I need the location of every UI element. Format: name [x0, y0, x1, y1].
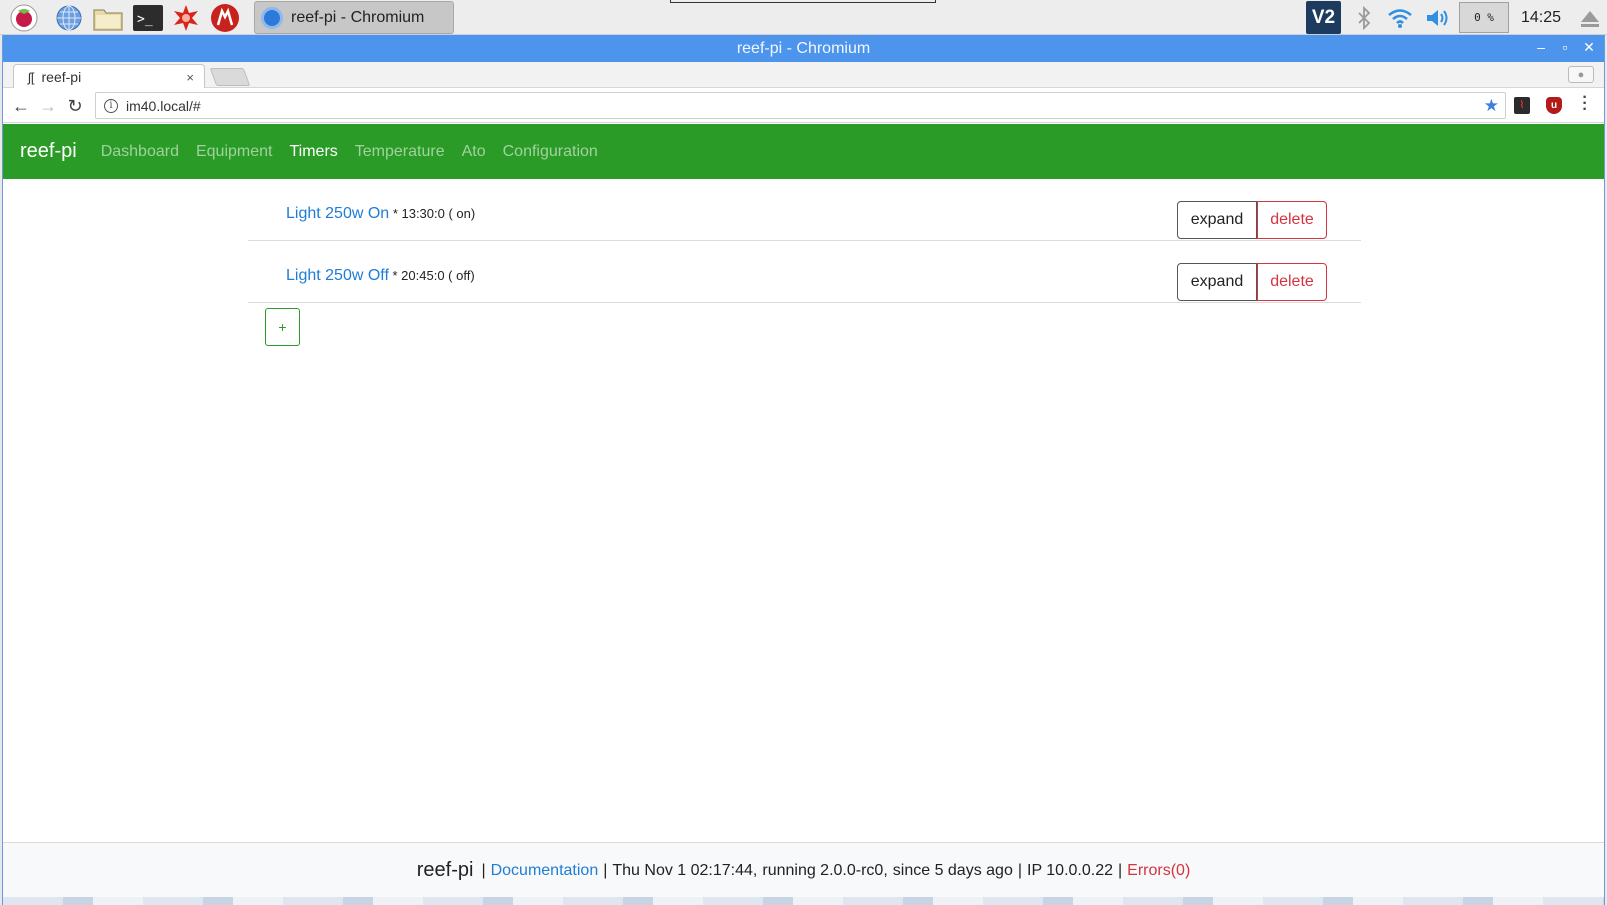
delete-button[interactable]: delete [1257, 263, 1327, 301]
minimize-button[interactable]: – [1530, 39, 1552, 55]
back-arrow-icon[interactable]: ← [10, 95, 32, 117]
browser-menu-icon[interactable]: · · · [1580, 90, 1590, 118]
timer-row: Light 250w On * 13:30:0 ( on) expand del… [248, 179, 1361, 241]
footer-version: running 2.0.0-rc0, [762, 861, 888, 879]
timer-detail: * 13:30:0 ( on) [392, 206, 476, 221]
extension-icon[interactable]: ⌇ [1514, 97, 1530, 114]
maximize-button[interactable]: ▫ [1554, 39, 1576, 55]
ublock-icon[interactable]: u [1546, 97, 1562, 114]
window-titlebar[interactable]: reef-pi - Chromium – ▫ ✕ [3, 35, 1604, 62]
bookmark-star-icon[interactable]: ★ [1484, 96, 1499, 116]
documentation-link[interactable]: Documentation [491, 862, 599, 880]
new-tab-button[interactable] [209, 68, 251, 86]
footer-separator: | [1118, 861, 1123, 879]
nav-configuration[interactable]: Configuration [503, 143, 598, 161]
add-row: + [248, 303, 1361, 353]
close-window-button[interactable]: ✕ [1578, 39, 1600, 56]
url-text[interactable]: im40.local/# [126, 98, 1484, 114]
app-navbar: reef-pi Dashboard Equipment Timers Tempe… [3, 124, 1604, 179]
eject-icon[interactable] [1575, 3, 1605, 33]
taskbar-chromium-task[interactable]: reef-pi - Chromium [254, 1, 454, 34]
address-bar[interactable]: i im40.local/# ★ [95, 92, 1506, 119]
site-info-icon[interactable]: i [104, 98, 118, 113]
raspberry-icon[interactable] [9, 3, 39, 33]
math-icon[interactable] [171, 3, 201, 33]
bluetooth-icon[interactable] [1349, 3, 1379, 33]
timer-list: Light 250w On * 13:30:0 ( on) expand del… [248, 179, 1361, 353]
nav-temperature[interactable]: Temperature [355, 143, 445, 161]
svg-text:>_: >_ [137, 12, 153, 27]
footer-uptime: since 5 days ago [892, 861, 1013, 879]
taskbar-task-label: reef-pi - Chromium [291, 8, 425, 26]
delete-button[interactable]: delete [1257, 201, 1327, 239]
window-title: reef-pi - Chromium [736, 39, 871, 57]
browser-toolbar: ← → ↻ i im40.local/# ★ ⌇ u · · · [3, 88, 1604, 123]
timer-name[interactable]: Light 250w On [286, 205, 389, 222]
footer-separator: | [603, 861, 608, 879]
errors-link[interactable]: Errors(0) [1127, 862, 1190, 880]
chromium-icon [261, 6, 283, 29]
forward-arrow-icon[interactable]: → [37, 95, 59, 117]
expand-button[interactable]: expand [1177, 263, 1257, 301]
tab-reef-pi[interactable]: ʃ[ reef-pi × [13, 64, 205, 89]
file-manager-icon[interactable] [93, 3, 123, 33]
terminal-icon[interactable]: >_ [133, 3, 163, 33]
timer-detail: * 20:45:0 ( off) [392, 268, 475, 283]
volume-icon[interactable] [1423, 3, 1453, 33]
cpu-label: 0 % [1474, 11, 1494, 24]
cpu-monitor[interactable]: 0 % [1459, 2, 1509, 33]
nav-timers[interactable]: Timers [289, 143, 337, 161]
wifi-icon[interactable] [1385, 3, 1415, 33]
taskbar-top-indicator [670, 0, 936, 3]
clock[interactable]: 14:25 [1516, 0, 1566, 35]
nav-equipment[interactable]: Equipment [196, 143, 273, 161]
desktop-taskbar: >_ reef-pi - Chromium V2 0 % 14:25 [0, 0, 1607, 35]
timer-name[interactable]: Light 250w Off [286, 267, 389, 284]
navbar-brand[interactable]: reef-pi [20, 140, 77, 163]
vnc-icon[interactable]: V2 [1306, 1, 1341, 34]
add-timer-button[interactable]: + [265, 308, 300, 346]
footer: reef-pi | Documentation | Thu Nov 1 02:1… [3, 842, 1604, 898]
footer-separator: | [481, 861, 486, 879]
tab-close-icon[interactable]: × [186, 70, 194, 85]
reload-icon[interactable]: ↻ [64, 95, 86, 117]
tab-title: reef-pi [41, 69, 82, 85]
footer-time: Thu Nov 1 02:17:44, [612, 861, 758, 879]
timer-row: Light 250w Off * 20:45:0 ( off) expand d… [248, 241, 1361, 303]
profile-icon[interactable]: ● [1568, 66, 1594, 83]
timer-info: Light 250w On * 13:30:0 ( on) [286, 205, 475, 223]
expand-button[interactable]: expand [1177, 201, 1257, 239]
page-content: reef-pi Dashboard Equipment Timers Tempe… [3, 124, 1604, 905]
bottom-strip [3, 897, 1604, 905]
favicon-icon: ʃ[ [28, 69, 35, 85]
tab-strip: ʃ[ reef-pi × ● [3, 62, 1604, 89]
vnc-label: V2 [1311, 6, 1336, 28]
nav-dashboard[interactable]: Dashboard [101, 143, 179, 161]
timer-info: Light 250w Off * 20:45:0 ( off) [286, 267, 475, 285]
footer-separator: | [1017, 861, 1022, 879]
footer-ip: IP 10.0.0.22 [1027, 861, 1113, 879]
wolfram-icon[interactable] [210, 3, 240, 33]
browser-window: reef-pi - Chromium – ▫ ✕ ʃ[ reef-pi × ● … [2, 35, 1605, 905]
footer-brand: reef-pi [416, 859, 474, 881]
nav-ato[interactable]: Ato [462, 143, 486, 161]
web-browser-icon[interactable] [54, 3, 84, 33]
